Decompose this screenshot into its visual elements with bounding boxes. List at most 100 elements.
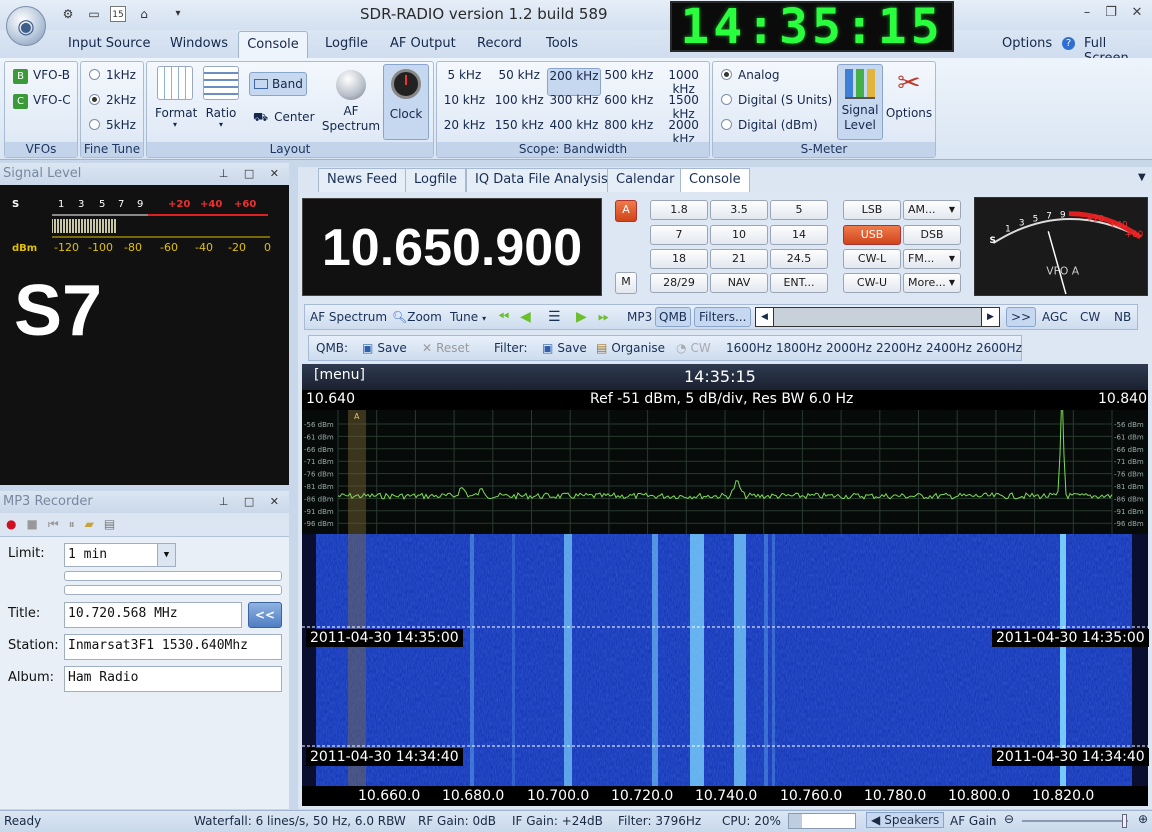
mode-fm[interactable]: FM... ▼: [903, 249, 961, 269]
band-5[interactable]: 5: [770, 200, 828, 220]
mode-lsb[interactable]: LSB: [843, 200, 901, 220]
panel-controls-icon[interactable]: ⊥ □ ✕: [219, 491, 285, 513]
more-button[interactable]: >>: [1006, 307, 1037, 327]
stop-icon[interactable]: ■: [26, 517, 47, 531]
plus-icon[interactable]: ⊕: [1138, 812, 1148, 826]
filter-2000hz[interactable]: 2000Hz: [826, 341, 872, 355]
settings-icon[interactable]: ⚙: [60, 6, 76, 22]
menu-af-output[interactable]: AF Output: [390, 36, 456, 51]
mp3-toggle[interactable]: MP3: [627, 310, 652, 324]
tab-calendar[interactable]: Calendar: [607, 168, 684, 192]
bw-500khz[interactable]: 500 kHz: [601, 68, 656, 96]
tab-iq-data[interactable]: IQ Data File Analysis: [466, 168, 617, 192]
bw-1000khz[interactable]: 1000 kHz: [656, 68, 711, 96]
tab-logfile[interactable]: Logfile: [405, 168, 467, 192]
zoom-button[interactable]: 🔍︎Zoom: [392, 310, 442, 324]
smeter-analog[interactable]: Analog: [721, 68, 779, 82]
band-24-5[interactable]: 24.5: [770, 249, 828, 269]
qmb-toggle[interactable]: QMB: [655, 307, 692, 327]
tuning-scrollbar[interactable]: ◀ ▶: [755, 307, 1000, 327]
clock-button[interactable]: Clock: [383, 64, 429, 140]
qmb-reset-button[interactable]: ✕ Reset: [422, 341, 470, 355]
fine-tune-2khz[interactable]: 2kHz: [89, 93, 136, 107]
minimize-button[interactable]: –: [1076, 5, 1098, 20]
organise-button[interactable]: ▤ Organise: [596, 341, 665, 355]
signal-level-button[interactable]: Signal Level: [837, 64, 883, 140]
fine-tune-1khz[interactable]: 1kHz: [89, 68, 136, 82]
properties-icon[interactable]: ▤: [104, 517, 125, 531]
bw-200khz[interactable]: 200 kHz: [546, 68, 602, 96]
app-menu-orb-icon[interactable]: ◉: [6, 6, 46, 46]
bw-600khz[interactable]: 600 kHz: [601, 93, 656, 121]
speakers-button[interactable]: ◀ Speakers: [866, 812, 945, 828]
center-button[interactable]: ⛟ Center: [253, 110, 315, 126]
tune-button[interactable]: Tune ▾: [450, 310, 486, 324]
panel-controls-icon[interactable]: ⊥ □ ✕: [219, 163, 285, 185]
window-icon[interactable]: ▭: [86, 6, 102, 22]
af-gain-slider[interactable]: ⊖ ⊕: [1004, 812, 1148, 829]
bw-1500khz[interactable]: 1500 kHz: [656, 93, 711, 121]
menu-logfile[interactable]: Logfile: [325, 36, 368, 51]
band-3-5[interactable]: 3.5: [710, 200, 768, 220]
menu-windows[interactable]: Windows: [170, 36, 228, 51]
mode-cw-u[interactable]: CW-U: [843, 273, 901, 293]
limit-select[interactable]: 1 min ▼: [64, 543, 176, 567]
close-button[interactable]: ✕: [1126, 5, 1148, 20]
tab-console[interactable]: Console: [680, 168, 750, 193]
spectrum-plot[interactable]: A -56 dBm -61 dBm -66 dBm -71 dBm -76 dBm -81…: [302, 410, 1148, 534]
band-21[interactable]: 21: [710, 249, 768, 269]
smeter-digital-s[interactable]: Digital (S Units): [721, 93, 832, 107]
pause-icon[interactable]: ⏸: [69, 517, 85, 531]
title-input[interactable]: 10.720.568 MHz: [64, 602, 242, 628]
menu-tools[interactable]: Tools: [546, 36, 578, 51]
filter-cw-button[interactable]: ◔ CW: [676, 341, 711, 355]
band-10[interactable]: 10: [710, 225, 768, 245]
ratio-button[interactable]: Ratio ▾: [201, 66, 241, 129]
options-menu[interactable]: Options: [1002, 36, 1052, 51]
bw-50khz[interactable]: 50 kHz: [492, 68, 547, 96]
band-1-8[interactable]: 1.8: [650, 200, 708, 220]
menu-console[interactable]: Console: [238, 31, 308, 59]
quick-access-dropdown-icon[interactable]: ▾: [170, 6, 186, 22]
qmb-save-button[interactable]: ▣ Save: [362, 341, 407, 355]
record-icon[interactable]: ●: [6, 517, 26, 531]
filter-1800hz[interactable]: 1800Hz: [776, 341, 822, 355]
maximize-button[interactable]: ❐: [1100, 5, 1122, 20]
enter-button[interactable]: ENT...: [770, 273, 828, 293]
vfo-a-button[interactable]: A: [615, 200, 637, 222]
format-button[interactable]: Format ▾: [155, 66, 197, 129]
vfo-b-button[interactable]: B VFO-B: [13, 68, 70, 84]
filter-save-button[interactable]: ▣ Save: [542, 341, 587, 355]
band-28-29[interactable]: 28/29: [650, 273, 708, 293]
af-spectrum-toggle[interactable]: AF Spectrum: [310, 310, 387, 324]
smeter-digital-dbm[interactable]: Digital (dBm): [721, 118, 818, 132]
list-icon[interactable]: ☰: [548, 309, 561, 325]
menu-record[interactable]: Record: [477, 36, 522, 51]
mode-more[interactable]: More... ▼: [903, 273, 961, 293]
help-icon[interactable]: ?: [1062, 37, 1075, 50]
tab-news-feed[interactable]: News Feed: [318, 168, 407, 192]
rewind-fast-icon[interactable]: ⏪︎: [498, 309, 509, 325]
copy-title-button[interactable]: <<: [248, 602, 282, 628]
band-7[interactable]: 7: [650, 225, 708, 245]
bw-100khz[interactable]: 100 kHz: [492, 93, 547, 121]
rewind-icon[interactable]: ◀: [520, 309, 531, 325]
bw-5khz[interactable]: 5 kHz: [437, 68, 492, 96]
forward-icon[interactable]: ▶: [576, 309, 587, 325]
band-button[interactable]: Band: [249, 72, 307, 96]
band-18[interactable]: 18: [650, 249, 708, 269]
nav-button[interactable]: NAV: [710, 273, 768, 293]
minus-icon[interactable]: ⊖: [1004, 812, 1014, 826]
bw-10khz[interactable]: 10 kHz: [437, 93, 492, 121]
folder-icon[interactable]: ▰: [85, 517, 104, 531]
calendar-icon[interactable]: 15: [110, 6, 126, 22]
vfo-c-button[interactable]: C VFO-C: [13, 93, 71, 109]
menu-input-source[interactable]: Input Source: [68, 36, 150, 51]
spectrum-menu-button[interactable]: [menu]: [314, 367, 365, 383]
filter-2400hz[interactable]: 2400Hz: [926, 341, 972, 355]
mode-dsb[interactable]: DSB: [903, 225, 961, 245]
agc-toggle[interactable]: AGC: [1042, 310, 1068, 324]
band-14[interactable]: 14: [770, 225, 828, 245]
cw-toggle[interactable]: CW: [1080, 310, 1100, 324]
scroll-left-icon[interactable]: ◀: [756, 308, 774, 326]
